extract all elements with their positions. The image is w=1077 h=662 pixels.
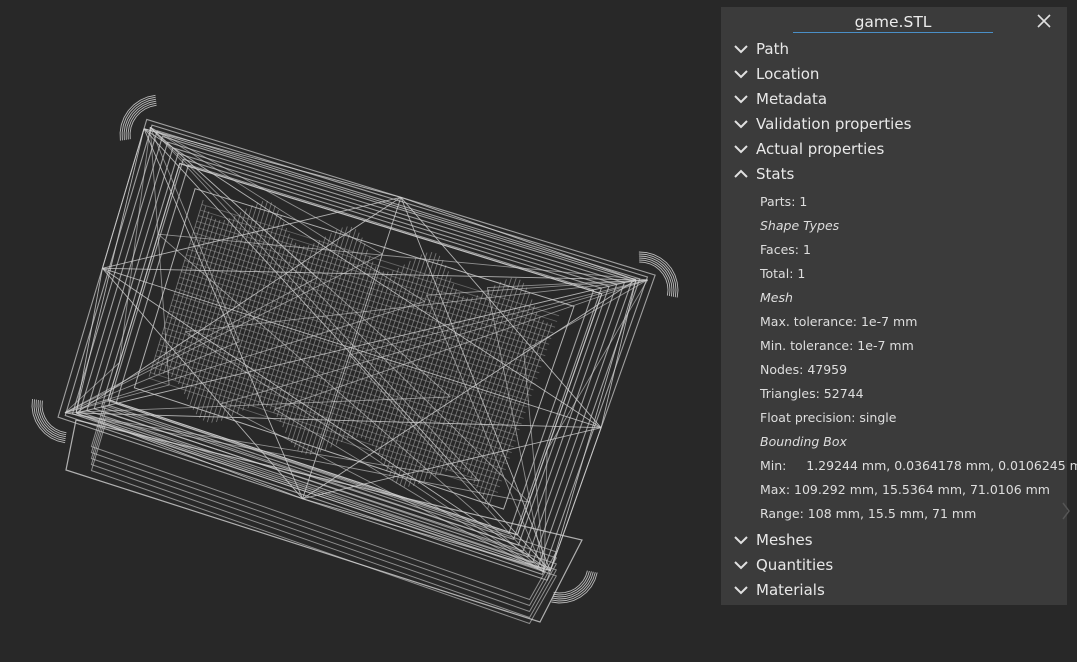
section-meshes[interactable]: Meshes (733, 529, 813, 551)
panel-title: game.STL (793, 13, 993, 33)
section-actual-label: Actual properties (756, 140, 885, 158)
chevron-up-icon (734, 169, 748, 178)
section-location[interactable]: Location (733, 63, 819, 85)
section-actual-properties[interactable]: Actual properties (733, 138, 884, 160)
chevron-down-icon (734, 586, 748, 595)
close-icon (1037, 14, 1051, 28)
stat-triangles: Triangles: 52744 (760, 386, 864, 401)
panel-header: game.STL (721, 7, 1067, 37)
chevron-right-icon[interactable] (1060, 500, 1072, 522)
section-path-label: Path (756, 40, 789, 58)
stat-bbox-range: Range: 108 mm, 15.5 mm, 71 mm (760, 506, 977, 521)
section-materials[interactable]: Materials (733, 579, 825, 601)
section-metadata-label: Metadata (756, 90, 828, 108)
stat-min-tolerance: Min. tolerance: 1e-7 mm (760, 338, 914, 353)
chevron-down-icon (734, 45, 748, 54)
section-validation-label: Validation properties (756, 115, 912, 133)
stat-heading-bounding-box: Bounding Box (760, 434, 847, 449)
chevron-down-icon (734, 145, 748, 154)
stat-total: Total: 1 (760, 266, 806, 281)
chevron-down-icon (734, 70, 748, 79)
chevron-down-icon (734, 561, 748, 570)
section-quantities[interactable]: Quantities (733, 554, 833, 576)
section-materials-label: Materials (756, 581, 825, 599)
section-quantities-label: Quantities (756, 556, 834, 574)
section-location-label: Location (756, 65, 820, 83)
stat-bbox-min: Min: 1.29244 mm, 0.0364178 mm, 0.0106245… (760, 458, 1077, 473)
section-stats[interactable]: Stats (733, 163, 794, 185)
stat-max-tolerance: Max. tolerance: 1e-7 mm (760, 314, 918, 329)
chevron-down-icon (734, 120, 748, 129)
close-button[interactable] (1035, 12, 1053, 30)
section-metadata[interactable]: Metadata (733, 88, 827, 110)
stat-parts: Parts: 1 (760, 194, 808, 209)
section-stats-label: Stats (756, 165, 795, 183)
section-path[interactable]: Path (733, 38, 789, 60)
stat-faces: Faces: 1 (760, 242, 811, 257)
chevron-down-icon (734, 95, 748, 104)
stat-heading-shape-types: Shape Types (760, 218, 840, 233)
stat-float-precision: Float precision: single (760, 410, 897, 425)
properties-panel: game.STL Path Location Metadata Validati… (721, 7, 1077, 605)
section-validation-properties[interactable]: Validation properties (733, 113, 911, 135)
stat-bbox-max: Max: 109.292 mm, 15.5364 mm, 71.0106 mm (760, 482, 1050, 497)
chevron-down-icon (734, 536, 748, 545)
section-meshes-label: Meshes (756, 531, 813, 549)
stat-heading-mesh: Mesh (760, 290, 793, 305)
stat-nodes: Nodes: 47959 (760, 362, 848, 377)
